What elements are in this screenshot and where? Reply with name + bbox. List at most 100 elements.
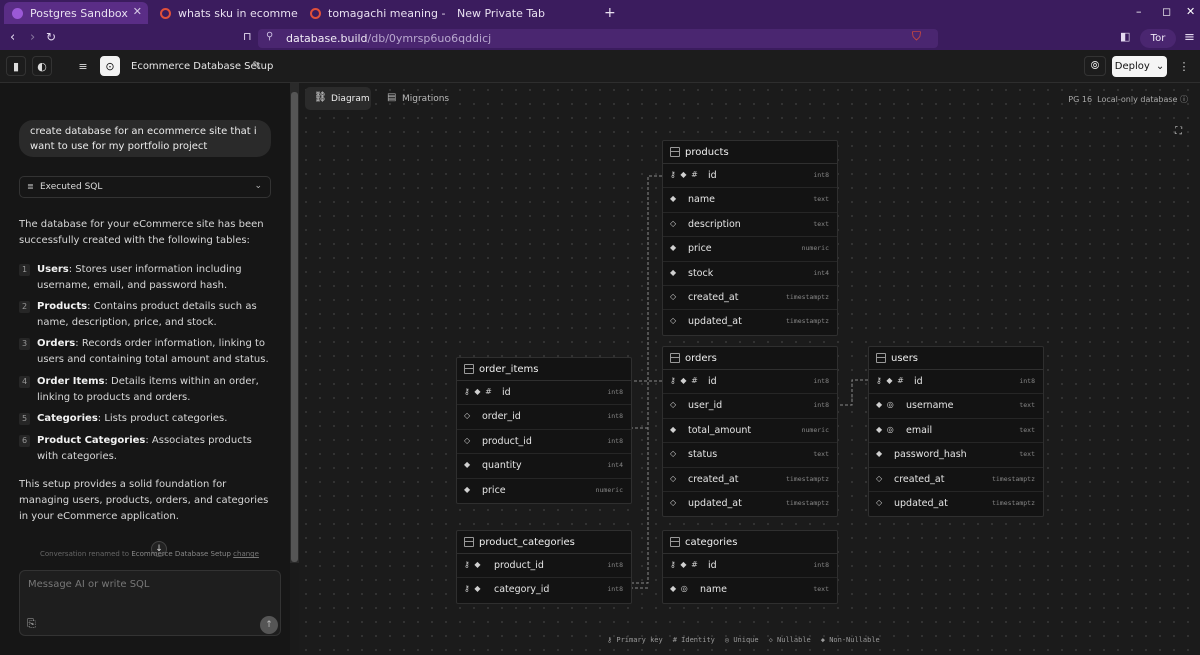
column-row[interactable]: ◆ ◎ name text [663, 578, 837, 602]
column-type: int8 [607, 388, 623, 396]
column-row[interactable]: ◆ quantity int4 [457, 454, 631, 479]
database-logo-icon[interactable]: ▮ [6, 56, 26, 76]
column-row[interactable]: ⚷ ◆ # id int8 [869, 370, 1043, 395]
rename-change-link[interactable]: change [233, 550, 259, 558]
table-order-items[interactable]: order_items ⚷ ◆ # id int8 ◇ order_id int8 ◇ pro… [456, 357, 632, 504]
list-number: 4 [19, 376, 30, 388]
close-window-icon[interactable]: ✕ [1186, 5, 1195, 18]
table-product-categories[interactable]: product_categories ⚷ ◆ product_id int8 ⚷ ◆ c… [456, 530, 632, 604]
column-row[interactable]: ⚷ ◆ # id int8 [663, 164, 837, 189]
column-row[interactable]: ◆ name text [663, 188, 837, 213]
url-host: database.build [286, 32, 368, 45]
chat-scrollbar-thumb[interactable] [291, 92, 298, 562]
table-categories[interactable]: categories ⚷ ◆ # id int8 ◆ ◎ name text [662, 530, 838, 604]
column-row[interactable]: ◆ stock int4 [663, 262, 837, 286]
more-options-icon[interactable]: ⋮ [1174, 56, 1194, 76]
theme-toggle-icon[interactable]: ◐ [32, 56, 52, 76]
sidebar-toggle-icon[interactable]: ◧ [1120, 30, 1130, 43]
column-row[interactable]: ⚷ ◆ # id int8 [457, 381, 631, 406]
column-row[interactable]: ◇ created_at timestamptz [663, 286, 837, 311]
column-row[interactable]: ◆ ◎ email text [869, 419, 1043, 444]
column-row[interactable]: ◆ password_hash text [869, 443, 1043, 468]
list-item-title: Product Categories [37, 435, 146, 446]
new-tab-plus-icon[interactable]: + [604, 2, 618, 24]
column-row[interactable]: ◇ updated_at timestamptz [869, 492, 1043, 516]
diagram-canvas[interactable]: ⛓ Diagram ▤ Migrations PG 16 Local-only … [299, 83, 1200, 655]
column-row[interactable]: ◇ updated_at timestamptz [663, 492, 837, 516]
column-constraint-icon: ◇ [464, 435, 472, 445]
hamburger-menu-icon[interactable]: ≡ [73, 56, 93, 76]
close-tab-icon[interactable]: ✕ [133, 5, 142, 18]
column-name: quantity [482, 460, 522, 472]
menu-icon[interactable]: ≡ [1184, 30, 1195, 45]
column-row[interactable]: ⚷ ◆ # id int8 [663, 554, 837, 579]
list-item-title: Orders [37, 338, 76, 349]
tab-new-private[interactable]: New Private Tab [452, 2, 592, 24]
bookmark-icon[interactable]: ⊓ [243, 30, 252, 43]
legend-label: Identity [681, 636, 715, 644]
tor-button[interactable]: Tor [1140, 29, 1176, 48]
brave-shields-icon[interactable]: ⛉ [912, 29, 921, 44]
tab-label: Postgres Sandbox [30, 6, 128, 20]
reload-icon[interactable]: ↻ [46, 30, 56, 44]
table-products[interactable]: products ⚷ ◆ # id int8 ◆ name text ◇ descriptio… [662, 140, 838, 336]
column-row[interactable]: ◆ ◎ username text [869, 394, 1043, 419]
column-name: name [688, 194, 715, 206]
column-row[interactable]: ◇ status text [663, 443, 837, 468]
column-name: product_id [494, 560, 544, 571]
column-name: total_amount [688, 424, 752, 436]
forward-icon[interactable]: › [30, 30, 35, 45]
chevron-down-icon: ⌄ [254, 181, 262, 191]
column-constraint-icon: ◇ [670, 400, 678, 410]
list-item: 1 Users: Stores user information includin… [19, 262, 274, 294]
new-chat-icon[interactable]: ⊙ [100, 56, 120, 76]
tab-postgres-sandbox[interactable]: Postgres Sandbox ✕ [4, 2, 148, 24]
column-row[interactable]: ◆ price numeric [457, 479, 631, 503]
column-row[interactable]: ◇ product_id int8 [457, 430, 631, 455]
column-row[interactable]: ◆ total_amount numeric [663, 419, 837, 444]
legend-label: Unique [733, 636, 759, 644]
executed-sql-toggle[interactable]: ≣ Executed SQL ⌄ [19, 176, 271, 198]
deploy-label: Deploy [1114, 61, 1150, 72]
column-row[interactable]: ⚷ ◆ # id int8 [663, 370, 837, 395]
send-button[interactable]: ↑ [260, 616, 278, 634]
minimize-icon[interactable]: – [1136, 5, 1142, 18]
column-row[interactable]: ⚷ ◆ product_id int8 [457, 554, 631, 579]
chat-input[interactable]: Message AI or write SQL ⎘ ↑ [19, 570, 281, 636]
list-item: 3 Orders: Records order information, link… [19, 336, 274, 368]
column-type: int8 [813, 401, 829, 410]
column-row[interactable]: ◇ order_id int8 [457, 405, 631, 430]
column-constraint-icon: ◇ [670, 449, 678, 459]
tab-sku[interactable]: whats sku in ecommerce [156, 2, 298, 24]
column-row[interactable]: ⚷ ◆ category_id int8 [457, 578, 631, 602]
tab-tomagachi[interactable]: tomagachi meaning - Brave [306, 2, 446, 24]
back-icon[interactable]: ‹ [10, 30, 15, 45]
deploy-button[interactable]: Deploy ⌄ [1112, 56, 1167, 77]
column-row[interactable]: ◆ price numeric [663, 237, 837, 262]
column-type: int4 [813, 268, 829, 277]
table-users[interactable]: users ⚷ ◆ # id int8 ◆ ◎ username text ◆ ◎ email… [868, 346, 1044, 518]
site-info-icon[interactable]: ⚲ [266, 31, 273, 42]
column-row[interactable]: ◇ user_id int8 [663, 394, 837, 419]
column-constraint-icon: ◇ [670, 291, 678, 301]
list-item: 6 Product Categories: Associates products… [19, 433, 274, 465]
column-row[interactable]: ◇ description text [663, 213, 837, 238]
column-constraint-icon: ◇ [670, 218, 678, 228]
live-share-icon[interactable]: ⦾ [1084, 56, 1106, 76]
column-type: int8 [813, 377, 829, 385]
list-item-title: Products [37, 301, 88, 312]
maximize-icon[interactable]: ◻ [1162, 5, 1171, 18]
column-constraint-icon: ◇ [670, 316, 678, 326]
column-type: int8 [813, 561, 829, 569]
column-constraint-icon: ◆ [464, 484, 472, 494]
column-row[interactable]: ◇ updated_at timestamptz [663, 310, 837, 334]
list-number: 1 [19, 264, 30, 276]
url-input[interactable]: ⚲ database.build/db/0ymrsp6uo6qddicj [258, 29, 938, 48]
attach-icon[interactable]: ⎘ [27, 617, 36, 631]
column-row[interactable]: ◇ created_at timestamptz [869, 468, 1043, 492]
list-number: 3 [19, 338, 30, 350]
column-row[interactable]: ◇ created_at timestamptz [663, 468, 837, 492]
table-orders[interactable]: orders ⚷ ◆ # id int8 ◇ user_id int8 ◆ total_amo… [662, 346, 838, 518]
edit-title-icon[interactable]: ✎ [252, 59, 261, 72]
column-name: updated_at [894, 497, 948, 509]
